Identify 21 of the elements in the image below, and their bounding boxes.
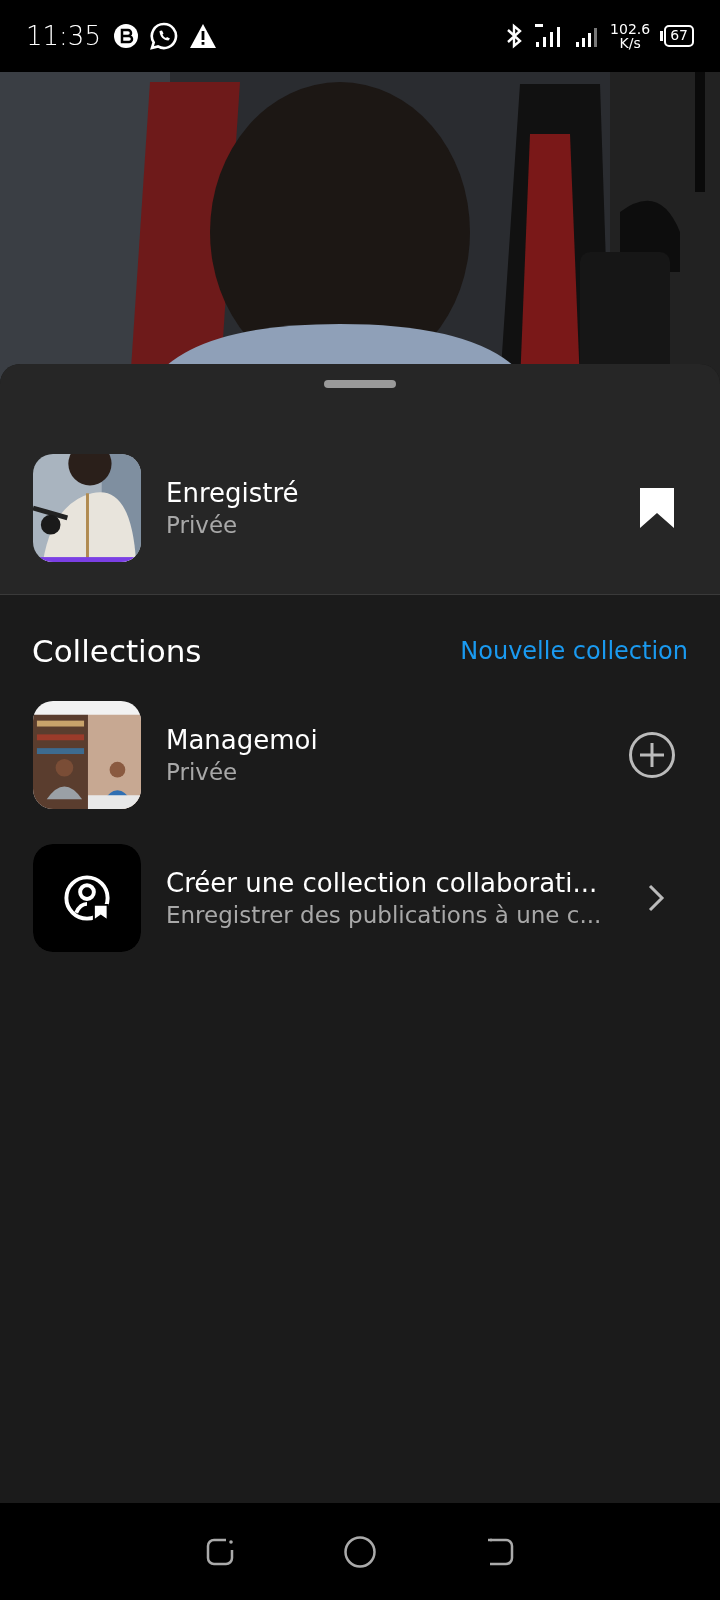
privacy-label: Privée	[166, 512, 238, 538]
collection-title: Managemoi	[166, 725, 318, 755]
home-icon[interactable]	[343, 1534, 377, 1569]
battery-indicator: 67	[660, 25, 694, 47]
add-icon[interactable]	[628, 731, 676, 779]
bookmark-icon[interactable]	[638, 486, 676, 530]
option-title: Créer une collection collaborati...	[166, 868, 598, 898]
chevron-right-icon[interactable]	[646, 883, 666, 913]
clock-time: 11:35	[26, 21, 101, 51]
privacy-label: Privée	[166, 759, 238, 785]
section-heading: Collections	[32, 633, 202, 669]
circle-letter-icon	[112, 23, 139, 49]
option-description: Enregistrer des publications à une c...	[166, 902, 602, 928]
new-collection-link[interactable]: Nouvelle collection	[460, 637, 688, 665]
collection-title: Enregistré	[166, 478, 299, 508]
chat-bubble-icon	[148, 21, 179, 51]
warning-icon	[188, 23, 217, 49]
drag-handle[interactable]	[324, 380, 396, 388]
network-speed: 102.6	[610, 22, 651, 36]
speed-unit: K/s	[619, 36, 641, 50]
person-bookmark-icon	[33, 844, 141, 952]
